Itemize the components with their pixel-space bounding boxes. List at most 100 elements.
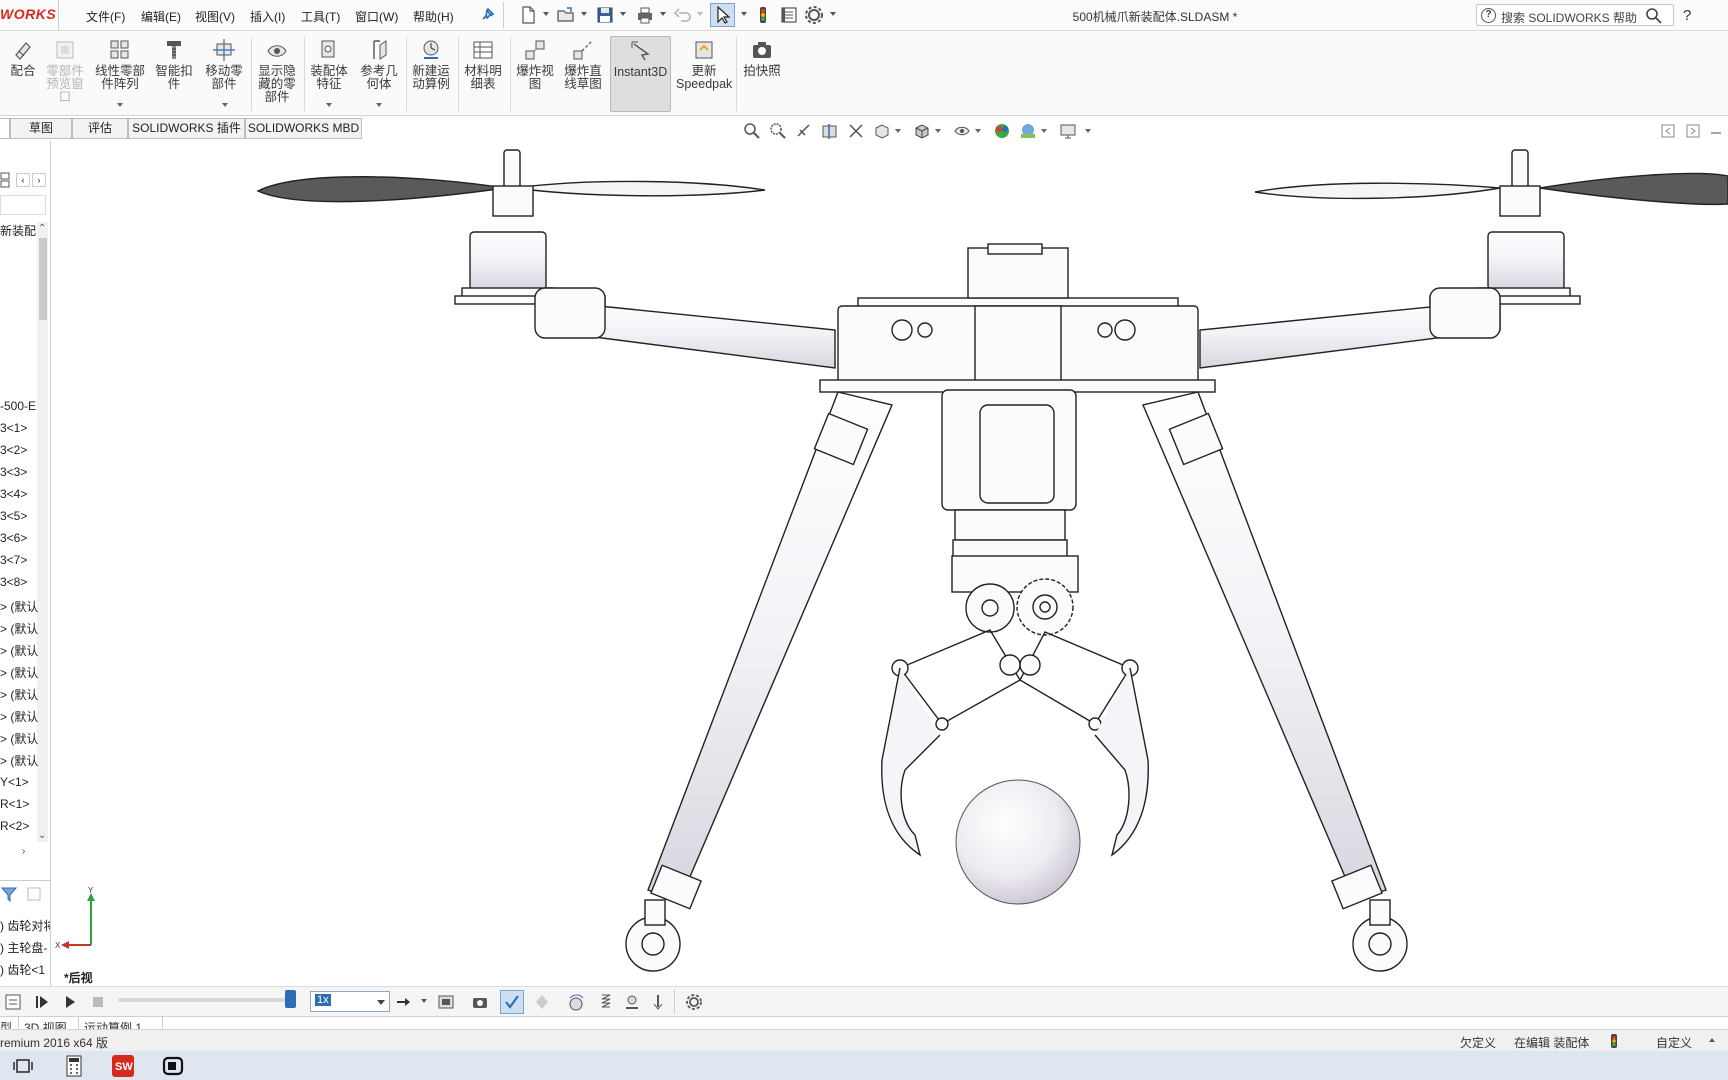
- tab-sketch[interactable]: 草图: [10, 118, 72, 139]
- chevron-up-icon[interactable]: [1709, 1038, 1715, 1042]
- contact-icon[interactable]: [622, 992, 642, 1012]
- playback-speed-select[interactable]: 1x: [310, 991, 390, 1012]
- motion-tree-item[interactable]: ) 齿轮对将: [0, 917, 50, 934]
- rebuild-icon[interactable]: [753, 5, 773, 25]
- timeline-slider-thumb[interactable]: [285, 990, 297, 1008]
- tree-item[interactable]: > (默认: [0, 708, 38, 725]
- tree-item[interactable]: R<2>: [0, 819, 38, 833]
- chevron-down-icon[interactable]: [975, 129, 981, 133]
- dynamic-annotation-icon[interactable]: [846, 121, 866, 141]
- tab-evaluate[interactable]: 评估: [72, 118, 128, 139]
- tree-item[interactable]: 3<1>: [0, 421, 38, 435]
- chevron-down-icon[interactable]: [117, 103, 123, 107]
- previous-view-icon[interactable]: [794, 121, 814, 141]
- help-button[interactable]: ?: [1683, 7, 1691, 24]
- apply-scene-icon[interactable]: [1018, 121, 1038, 141]
- select-button[interactable]: [710, 3, 735, 27]
- tree-scrollbar-thumb[interactable]: [39, 238, 47, 320]
- options-icon[interactable]: [804, 5, 824, 25]
- edit-appearance-icon[interactable]: [992, 121, 1012, 141]
- tree-root-item[interactable]: 新装配: [0, 222, 38, 239]
- chevron-down-icon[interactable]: [830, 12, 836, 16]
- tree-item[interactable]: 3<8>: [0, 575, 38, 589]
- zoom-to-area-icon[interactable]: [768, 121, 788, 141]
- motion-tree-item[interactable]: ) 主轮盘-: [0, 939, 50, 956]
- menu-tools[interactable]: 工具(T): [301, 8, 340, 25]
- stop-icon[interactable]: [88, 992, 108, 1012]
- assembly-features-button[interactable]: 装配体特征: [306, 37, 352, 91]
- tile-left-icon[interactable]: [1658, 121, 1678, 141]
- spring-icon[interactable]: [596, 992, 616, 1012]
- chevron-down-icon[interactable]: [660, 12, 666, 16]
- chevron-down-icon[interactable]: [581, 12, 587, 16]
- animation-wizard-icon[interactable]: [470, 992, 490, 1012]
- tree-item[interactable]: Y<1>: [0, 775, 38, 789]
- linear-pattern-button[interactable]: 线性零部件阵列: [92, 37, 148, 91]
- tree-item[interactable]: > (默认: [0, 664, 38, 681]
- save-animation-icon[interactable]: [436, 992, 456, 1012]
- take-snapshot-button[interactable]: 拍快照: [738, 37, 786, 78]
- motion-tree-item[interactable]: ) 齿轮<1: [0, 961, 50, 978]
- tree-item[interactable]: > (默认: [0, 686, 38, 703]
- tree-item[interactable]: > (默认: [0, 598, 38, 615]
- rebuild-status-icon[interactable]: [1607, 1033, 1621, 1049]
- autokey-button[interactable]: [500, 990, 524, 1014]
- tree-item[interactable]: 3<4>: [0, 487, 38, 501]
- chevron-left-icon[interactable]: ‹: [16, 173, 30, 187]
- chevron-down-icon[interactable]: [1041, 129, 1047, 133]
- display-style-icon[interactable]: [912, 121, 932, 141]
- view-settings-icon[interactable]: [1058, 121, 1078, 141]
- solidworks-icon[interactable]: SW: [110, 1053, 136, 1079]
- tree-item[interactable]: 3<7>: [0, 553, 38, 567]
- tree-item[interactable]: > (默认: [0, 642, 38, 659]
- show-hidden-components-button[interactable]: 显示隐藏的零部件: [254, 37, 300, 104]
- search-icon[interactable]: [1645, 7, 1663, 25]
- hide-show-items-icon[interactable]: [952, 121, 972, 141]
- chevron-down-icon[interactable]: [222, 103, 228, 107]
- open-icon[interactable]: [556, 5, 576, 25]
- expand-all-icon[interactable]: [25, 885, 43, 903]
- chevron-down-icon[interactable]: [543, 12, 549, 16]
- scroll-down-icon[interactable]: ⌄: [38, 830, 46, 841]
- filter-field[interactable]: [0, 195, 46, 215]
- menu-insert[interactable]: 插入(I): [250, 8, 285, 25]
- bom-button[interactable]: 材料明细表: [460, 37, 506, 91]
- view-orientation-icon[interactable]: [872, 121, 892, 141]
- new-motion-study-button[interactable]: 新建运动算例: [408, 37, 454, 91]
- motion-study-properties-icon[interactable]: [684, 992, 704, 1012]
- update-speedpak-button[interactable]: 更新Speedpak: [676, 37, 732, 91]
- smart-fasteners-button[interactable]: 智能扣件: [152, 37, 196, 91]
- graphics-area[interactable]: Y X: [51, 141, 1728, 986]
- chevron-down-icon[interactable]: [741, 12, 747, 16]
- exploded-view-button[interactable]: 爆炸视图: [512, 37, 558, 91]
- tree-item[interactable]: > (默认: [0, 752, 38, 769]
- tile-right-icon[interactable]: [1683, 121, 1703, 141]
- undo-icon[interactable]: [673, 5, 693, 25]
- menu-edit[interactable]: 编辑(E): [141, 8, 181, 25]
- chevron-down-icon[interactable]: [1085, 129, 1091, 133]
- pin-icon[interactable]: [477, 5, 497, 25]
- units-custom[interactable]: 自定义: [1656, 1034, 1692, 1051]
- calculate-icon[interactable]: [4, 992, 24, 1012]
- tree-item[interactable]: > (默认: [0, 620, 38, 637]
- tab-solidworks-addins[interactable]: SOLIDWORKS 插件: [128, 118, 245, 139]
- chevron-down-icon[interactable]: [377, 1000, 385, 1005]
- task-view-icon[interactable]: [10, 1053, 36, 1079]
- tab-assembly[interactable]: [0, 118, 10, 139]
- tree-item[interactable]: > (默认: [0, 730, 38, 747]
- scroll-up-icon[interactable]: ⌃: [38, 223, 46, 234]
- section-view-icon[interactable]: [820, 121, 840, 141]
- tree-item[interactable]: 3<3>: [0, 465, 38, 479]
- tree-item[interactable]: R<1>: [0, 797, 38, 811]
- motor-icon[interactable]: [566, 992, 586, 1012]
- menu-file[interactable]: 文件(F): [86, 8, 125, 25]
- calculator-icon[interactable]: [61, 1053, 87, 1079]
- search-input[interactable]: ? 搜索 SOLIDWORKS 帮助: [1476, 4, 1674, 26]
- reference-geometry-button[interactable]: 参考几何体: [356, 37, 402, 91]
- mate-button[interactable]: 配合: [2, 37, 44, 78]
- camera-icon[interactable]: [160, 1053, 186, 1079]
- feature-tree-icon[interactable]: [0, 171, 16, 189]
- play-from-start-icon[interactable]: [32, 992, 52, 1012]
- timeline-slider-track[interactable]: [118, 998, 296, 1002]
- menu-window[interactable]: 窗口(W): [355, 8, 398, 25]
